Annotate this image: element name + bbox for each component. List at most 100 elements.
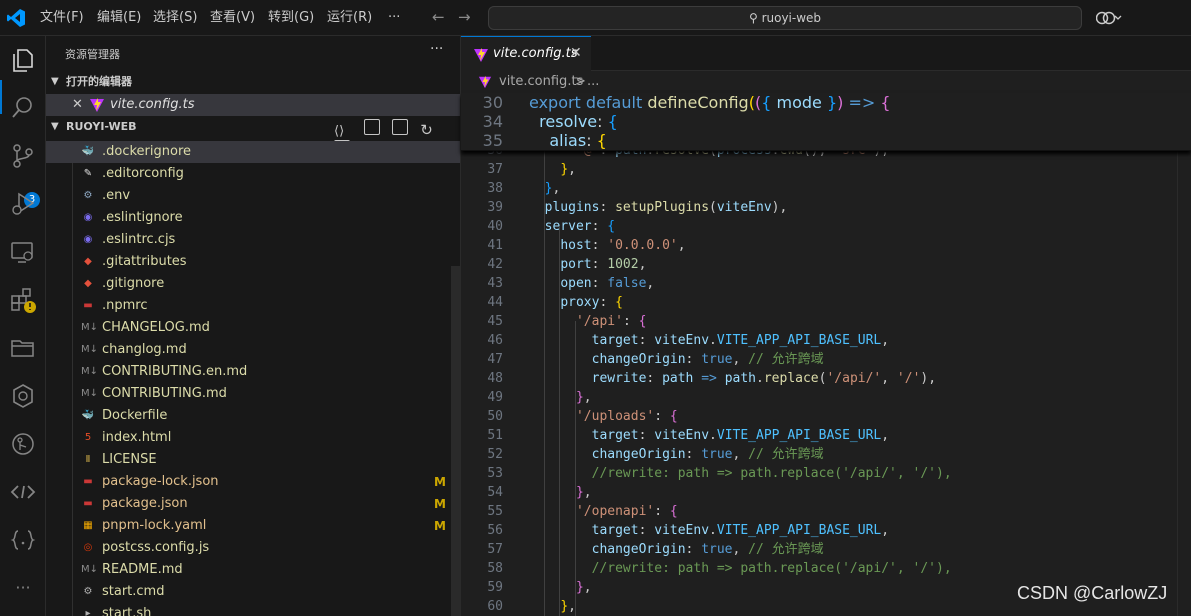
remote-explorer-icon[interactable] bbox=[9, 238, 37, 266]
code-line[interactable]: 47 changeOrigin: true, // 允许跨域 bbox=[461, 350, 1191, 369]
breadcrumb-more[interactable]: ... bbox=[587, 71, 599, 93]
code-text: '/uploads': { bbox=[575, 409, 678, 424]
line-number: 59 bbox=[487, 580, 503, 595]
search-icon[interactable] bbox=[9, 94, 37, 122]
code-line[interactable]: 52 changeOrigin: true, // 允许跨域 bbox=[461, 445, 1191, 464]
tab-bar: vite.config.ts ✕ bbox=[461, 36, 1191, 71]
refresh-icon[interactable]: ↻ bbox=[420, 122, 436, 138]
close-icon[interactable]: ✕ bbox=[570, 45, 582, 61]
git-lens-icon[interactable] bbox=[9, 430, 37, 458]
command-center-search[interactable]: ⚲ ruoyi-web bbox=[488, 6, 1082, 30]
code-line[interactable]: 55 '/openapi': { bbox=[461, 502, 1191, 521]
code-line[interactable]: 45 '/api': { bbox=[461, 312, 1191, 331]
braces-icon[interactable] bbox=[9, 526, 37, 554]
editor-scrollbar[interactable] bbox=[1177, 93, 1191, 616]
tab-vite-config[interactable]: vite.config.ts ✕ bbox=[461, 36, 591, 71]
code-line[interactable]: 57 changeOrigin: true, // 允许跨域 bbox=[461, 540, 1191, 559]
file-tree-item[interactable]: M↓ CHANGELOG.md bbox=[46, 317, 460, 339]
file-tree-item[interactable]: ▬ package.json M bbox=[46, 493, 460, 515]
file-tree-item[interactable]: ⚙ start.cmd bbox=[46, 581, 460, 603]
sticky-scroll-header[interactable]: 30 export default defineConfig(({ mode })… bbox=[461, 93, 1191, 151]
menu-file[interactable]: 文件(F) bbox=[40, 0, 84, 36]
code-line[interactable]: 44 proxy: { bbox=[461, 293, 1191, 312]
file-tree-item[interactable]: ▬ package-lock.json M bbox=[46, 471, 460, 493]
menu-go[interactable]: 转到(G) bbox=[268, 0, 314, 36]
code-text: alias: { bbox=[549, 131, 607, 150]
code-line[interactable]: 50 '/uploads': { bbox=[461, 407, 1191, 426]
code-editor[interactable]: 36 '@': path.resolve(process.cwd(), 'src… bbox=[461, 93, 1191, 616]
file-name: start.sh bbox=[102, 606, 152, 616]
arrow-left-icon[interactable]: ← bbox=[432, 8, 445, 26]
copilot-icon[interactable] bbox=[1096, 10, 1122, 26]
new-file-icon[interactable] bbox=[364, 119, 381, 135]
file-tree-item[interactable]: ⚙ .env bbox=[46, 185, 460, 207]
arrow-right-icon[interactable]: → bbox=[458, 8, 471, 26]
code-line[interactable]: 42 port: 1002, bbox=[461, 255, 1191, 274]
file-tree-item[interactable]: ◆ .gitignore bbox=[46, 273, 460, 295]
openai-icon[interactable] bbox=[9, 382, 37, 410]
more-icon[interactable]: ··· bbox=[9, 574, 37, 602]
sticky-line[interactable]: 30 export default defineConfig(({ mode })… bbox=[461, 93, 1191, 112]
file-tree-item[interactable]: M↓ CONTRIBUTING.en.md bbox=[46, 361, 460, 383]
file-tree-item[interactable]: 🐳 Dockerfile bbox=[46, 405, 460, 427]
code-text: server: { bbox=[544, 219, 616, 234]
line-number: 39 bbox=[487, 200, 503, 215]
file-tree-item[interactable]: ◉ .eslintrc.cjs bbox=[46, 229, 460, 251]
new-folder-icon[interactable] bbox=[392, 119, 409, 135]
code-line[interactable]: 48 rewrite: path => path.replace('/api/'… bbox=[461, 369, 1191, 388]
file-tree-item[interactable]: M↓ README.md bbox=[46, 559, 460, 581]
docker-icon: 🐳 bbox=[81, 146, 95, 157]
sticky-line[interactable]: 34 resolve: { bbox=[461, 112, 1191, 131]
explorer-icon[interactable] bbox=[9, 46, 37, 74]
vscode-logo-icon[interactable] bbox=[6, 8, 26, 28]
file-tree-item[interactable]: ▦ pnpm-lock.yaml M bbox=[46, 515, 460, 537]
menu-run[interactable]: 运行(R) bbox=[327, 0, 372, 36]
file-tree-item[interactable]: 🐳 .dockerignore bbox=[46, 141, 460, 163]
folder-icon[interactable] bbox=[9, 334, 37, 362]
gear-icon: ⚙ bbox=[83, 190, 93, 201]
file-tree-item[interactable]: M↓ CONTRIBUTING.md bbox=[46, 383, 460, 405]
close-icon[interactable]: ✕ bbox=[72, 94, 83, 116]
file-tree-item[interactable]: ◎ postcss.config.js bbox=[46, 537, 460, 559]
collapse-code-icon[interactable]: ⟨⟩ bbox=[334, 124, 352, 140]
file-tree-item[interactable]: Ⅱ LICENSE bbox=[46, 449, 460, 471]
sticky-line[interactable]: 35 alias: { bbox=[461, 131, 1191, 150]
code-line[interactable]: 41 host: '0.0.0.0', bbox=[461, 236, 1191, 255]
run-debug-icon[interactable] bbox=[9, 190, 37, 218]
menu-more[interactable]: ··· bbox=[388, 0, 400, 36]
code-line[interactable]: 39 plugins: setupPlugins(viteEnv), bbox=[461, 198, 1191, 217]
code-line[interactable]: 40 server: { bbox=[461, 217, 1191, 236]
open-editor-item[interactable]: ✕ vite.config.ts bbox=[46, 94, 460, 116]
code-line[interactable]: 54 }, bbox=[461, 483, 1191, 502]
menu-selection[interactable]: 选择(S) bbox=[153, 0, 197, 36]
code-line[interactable]: 43 open: false, bbox=[461, 274, 1191, 293]
code-line[interactable]: 56 target: viteEnv.VITE_APP_API_BASE_URL… bbox=[461, 521, 1191, 540]
sidebar-more-button[interactable]: ··· bbox=[430, 41, 443, 57]
code-line[interactable]: 38 }, bbox=[461, 179, 1191, 198]
code-line[interactable]: 58 //rewrite: path => path.replace('/api… bbox=[461, 559, 1191, 578]
file-tree-item[interactable]: M↓ changlog.md bbox=[46, 339, 460, 361]
breadcrumb-file[interactable]: vite.config.ts bbox=[499, 71, 583, 93]
code-line[interactable]: 37 }, bbox=[461, 160, 1191, 179]
menu-edit[interactable]: 编辑(E) bbox=[97, 0, 141, 36]
file-tree-item[interactable]: ◆ .gitattributes bbox=[46, 251, 460, 273]
file-tree-item[interactable]: ▸ start.sh bbox=[46, 603, 460, 616]
pnpm-icon: ▦ bbox=[83, 520, 93, 531]
code-line[interactable]: 51 target: viteEnv.VITE_APP_API_BASE_URL… bbox=[461, 426, 1191, 445]
line-number: 50 bbox=[487, 409, 503, 424]
sidebar-scrollbar[interactable] bbox=[451, 266, 460, 616]
file-tree-item[interactable]: 5 index.html bbox=[46, 427, 460, 449]
extensions-icon[interactable] bbox=[9, 286, 37, 314]
breadcrumb-separator: > bbox=[575, 74, 586, 89]
menu-view[interactable]: 查看(V) bbox=[210, 0, 255, 36]
file-tree-item[interactable]: ▬ .npmrc bbox=[46, 295, 460, 317]
file-tree-item[interactable]: ✎ .editorconfig bbox=[46, 163, 460, 185]
code-line[interactable]: 53 //rewrite: path => path.replace('/api… bbox=[461, 464, 1191, 483]
code-line[interactable]: 49 }, bbox=[461, 388, 1191, 407]
file-tree: 🐳 .dockerignore ✎ .editorconfig ⚙ .env ◉ .eslin… bbox=[46, 141, 460, 616]
code-line[interactable]: 46 target: viteEnv.VITE_APP_API_BASE_URL… bbox=[461, 331, 1191, 350]
code-tag-icon[interactable] bbox=[9, 478, 37, 506]
source-control-icon[interactable] bbox=[9, 142, 37, 170]
file-tree-item[interactable]: ◉ .eslintignore bbox=[46, 207, 460, 229]
open-editors-header[interactable]: ▼ 打开的编辑器 bbox=[46, 71, 460, 93]
